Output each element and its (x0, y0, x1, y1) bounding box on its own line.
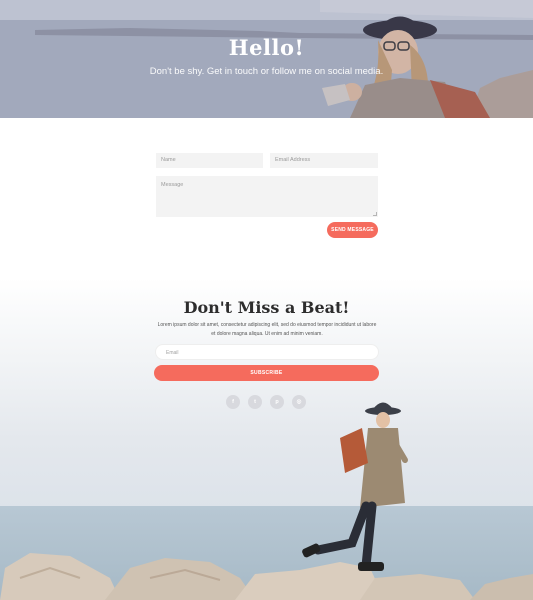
message-field[interactable]: Message (156, 176, 378, 217)
email-address-field[interactable]: Email Address (270, 153, 378, 168)
newsletter-section: Don't Miss a Beat! Lorem ipsum dolor sit… (0, 278, 533, 600)
resize-grip-icon[interactable] (373, 212, 377, 216)
newsletter-email-input[interactable]: Email (155, 344, 379, 360)
subscribe-button[interactable]: SUBSCRIBE (154, 365, 379, 381)
newsletter-title: Don't Miss a Beat! (183, 298, 350, 317)
facebook-icon[interactable]: f (226, 395, 240, 409)
name-field[interactable]: Name (156, 153, 263, 168)
contact-section: Name Email Address Message SEND MESSAGE (0, 118, 533, 278)
send-message-button[interactable]: SEND MESSAGE (327, 222, 378, 238)
hero-subtitle: Don't be shy. Get in touch or follow me … (149, 66, 384, 77)
instagram-icon[interactable]: ◎ (292, 395, 306, 409)
message-placeholder: Message (161, 182, 184, 188)
hero-section: Hello! Don't be shy. Get in touch or fol… (0, 0, 533, 118)
hero-title: Hello! (228, 35, 305, 60)
pinterest-icon[interactable]: p (270, 395, 284, 409)
newsletter-description: Lorem ipsum dolor sit amet, consectetur … (157, 322, 377, 337)
social-links: f t p ◎ (226, 395, 308, 409)
twitter-icon[interactable]: t (248, 395, 262, 409)
